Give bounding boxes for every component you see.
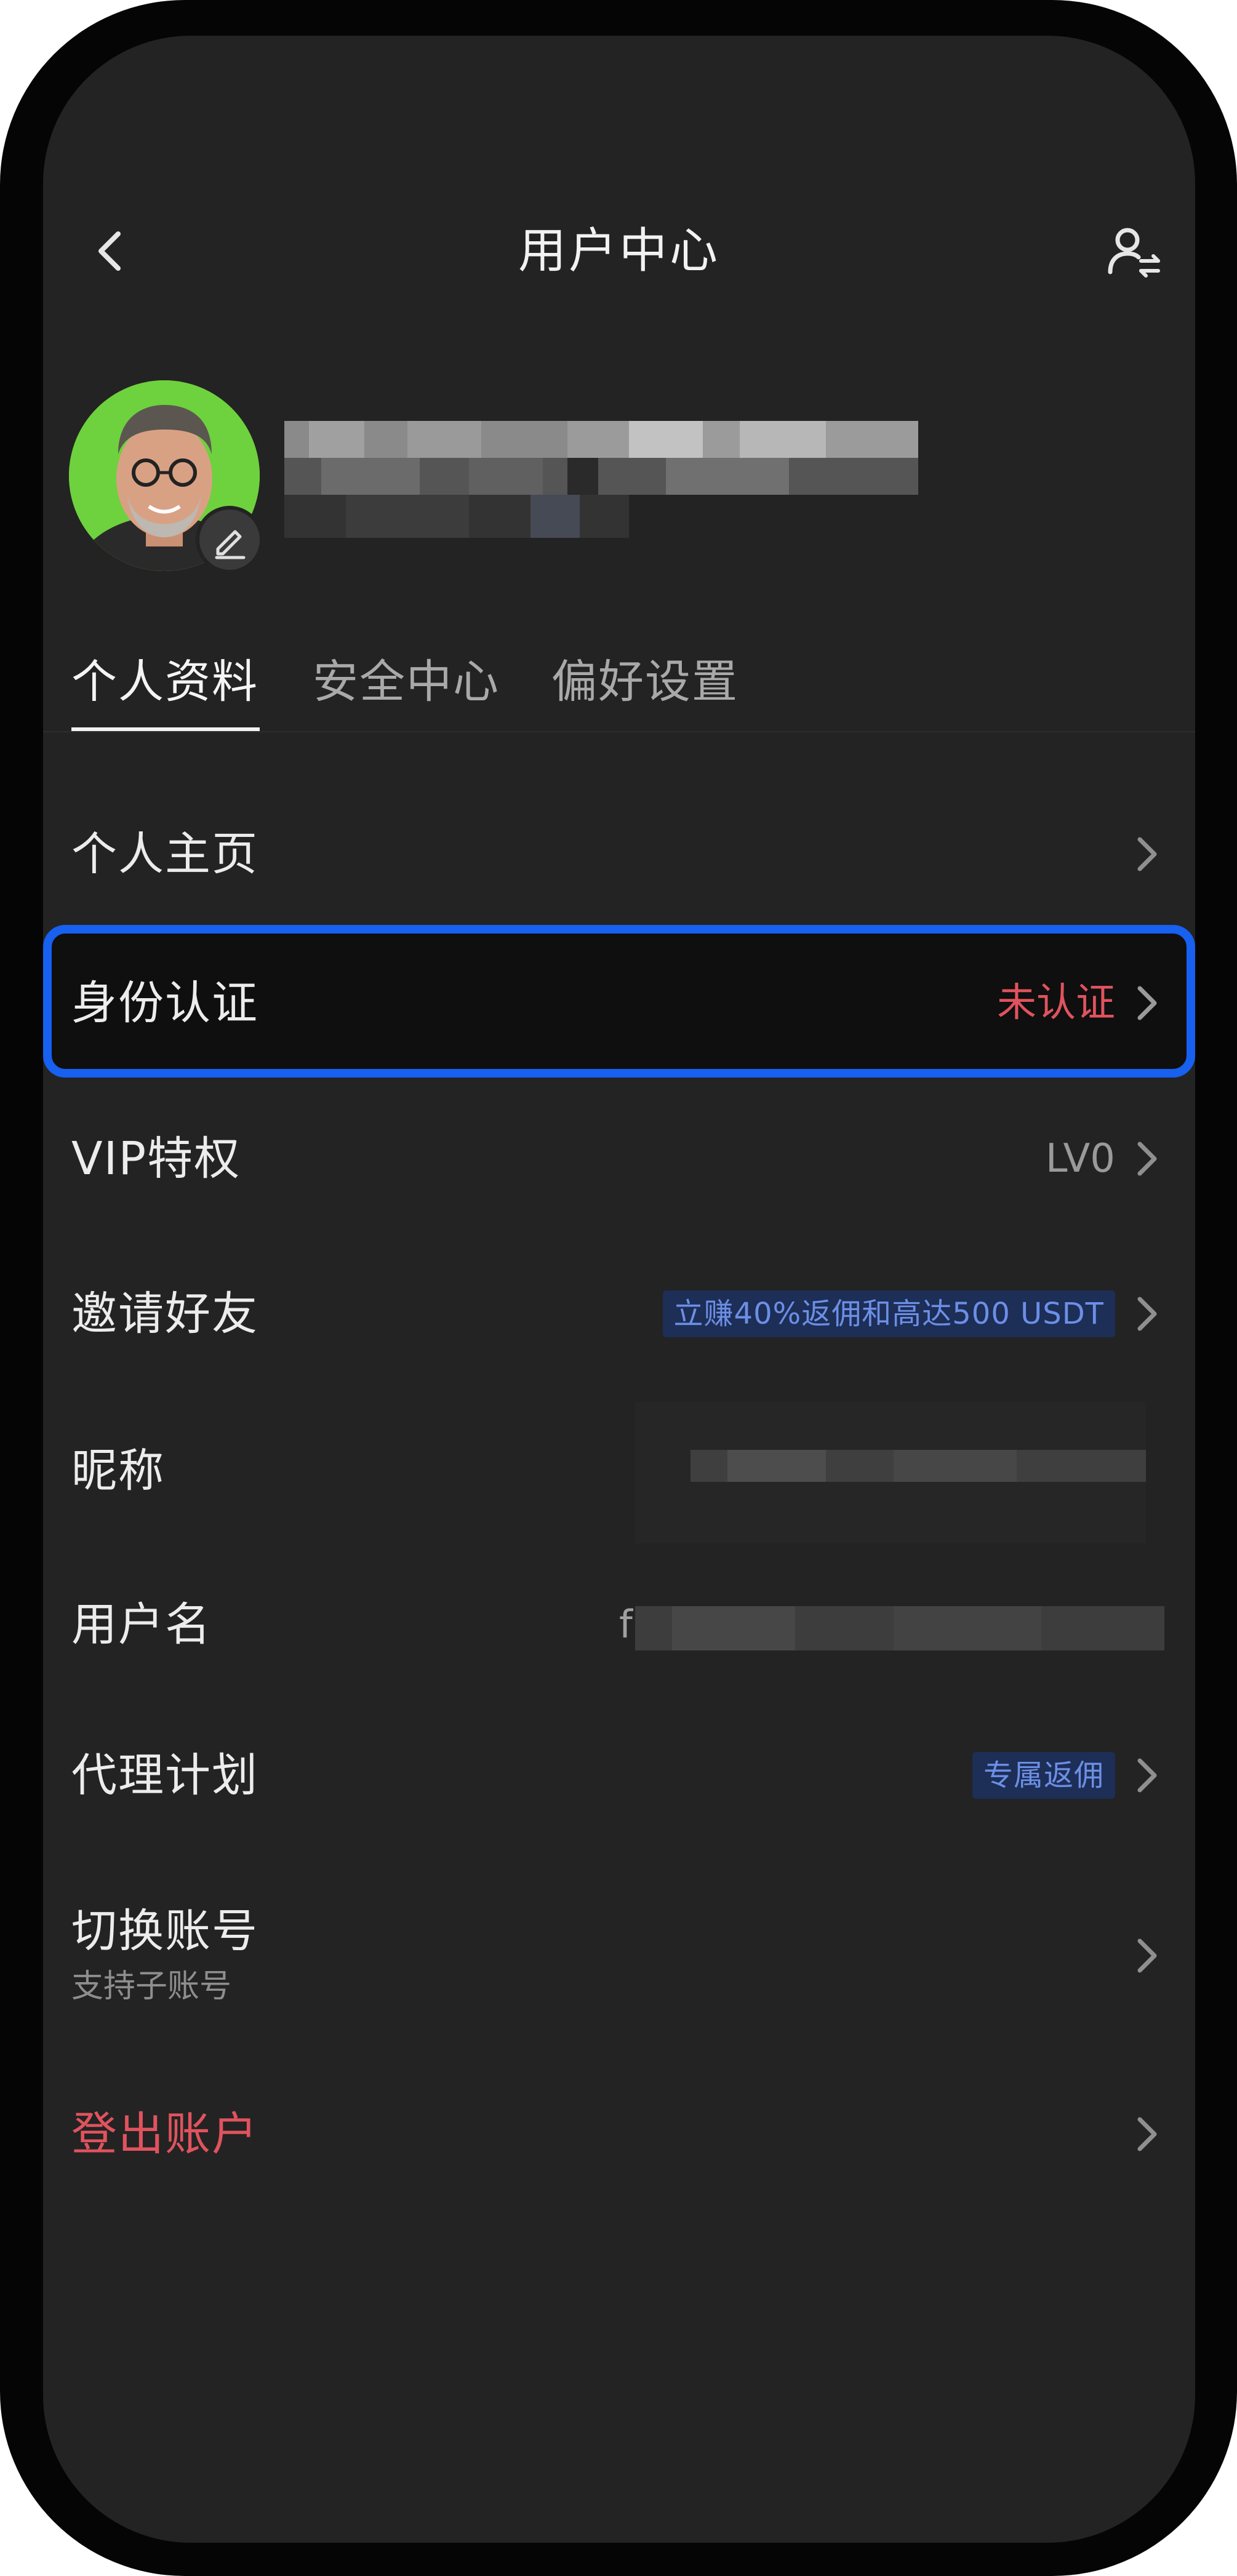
menu-item-nickname[interactable]: 昵称 [43,1396,1195,1543]
redacted-display-name [284,421,924,544]
vip-level: LV0 [1045,1136,1115,1182]
menu-item-sublabel: 支持子账号 [71,1968,232,2005]
menu-item-agent-program[interactable]: 代理计划 专属返佣 [43,1700,1195,1848]
verification-status: 未认证 [997,980,1115,1026]
app-screen: 用户中心 个人资料 安全中心 偏好设置 个人主页 身份认证 未认证 VIP特权 … [43,36,1195,2543]
menu-item-label: VIP特权 [71,1132,241,1185]
username-prefix: f [619,1602,633,1647]
user-switch-icon [1108,228,1160,278]
redacted-username [635,1606,1164,1650]
tab-security-center[interactable]: 安全中心 [313,651,500,713]
chevron-right-icon [1137,2117,1157,2151]
menu-item-label: 切换账号 [71,1905,258,1958]
tab-preferences[interactable]: 偏好设置 [551,651,739,713]
menu-item-label: 代理计划 [71,1749,258,1802]
edit-avatar-button[interactable] [196,506,263,574]
chevron-right-icon [1137,986,1157,1020]
switch-account-button[interactable] [1103,220,1164,282]
chevron-right-icon [1137,1758,1157,1793]
menu-item-invite-friends[interactable]: 邀请好友 立赚40%返佣和高达500 USDT [43,1239,1195,1386]
menu-item-logout[interactable]: 登出账户 [43,2060,1195,2208]
menu-item-identity-verification[interactable]: 身份认证 未认证 [43,928,1195,1076]
tabs-divider [43,731,1195,732]
menu-item-label: 个人主页 [71,828,258,881]
tab-personal-info[interactable]: 个人资料 [71,651,258,713]
menu-item-label: 身份认证 [71,977,258,1030]
menu-item-label: 邀请好友 [71,1287,258,1340]
redacted-nickname [635,1402,1146,1543]
menu-item-username[interactable]: 用户名 f [43,1550,1195,1697]
pencil-icon [215,530,246,559]
side-button [0,320,9,412]
chevron-right-icon [1137,1938,1157,1973]
agent-commission-badge: 专属返佣 [972,1752,1115,1799]
menu-item-switch-account[interactable]: 切换账号 支持子账号 [43,1857,1195,2030]
phone-frame: 用户中心 个人资料 安全中心 偏好设置 个人主页 身份认证 未认证 VIP特权 … [0,0,1237,2576]
chevron-right-icon [1137,837,1157,871]
menu-item-homepage[interactable]: 个人主页 [43,780,1195,928]
profile-tabs: 个人资料 安全中心 偏好设置 [71,651,1195,737]
power-button [1228,554,1237,831]
side-button [0,708,9,868]
menu-item-label: 用户名 [71,1598,212,1651]
side-button [0,486,9,646]
logout-label: 登出账户 [71,2108,258,2161]
chevron-right-icon [1137,1297,1157,1331]
menu-item-vip[interactable]: VIP特权 LV0 [43,1085,1195,1233]
menu-item-label: 昵称 [71,1444,165,1497]
invite-reward-badge: 立赚40%返佣和高达500 USDT [662,1290,1115,1337]
page-title: 用户中心 [518,223,720,279]
chevron-right-icon [1137,1142,1157,1176]
